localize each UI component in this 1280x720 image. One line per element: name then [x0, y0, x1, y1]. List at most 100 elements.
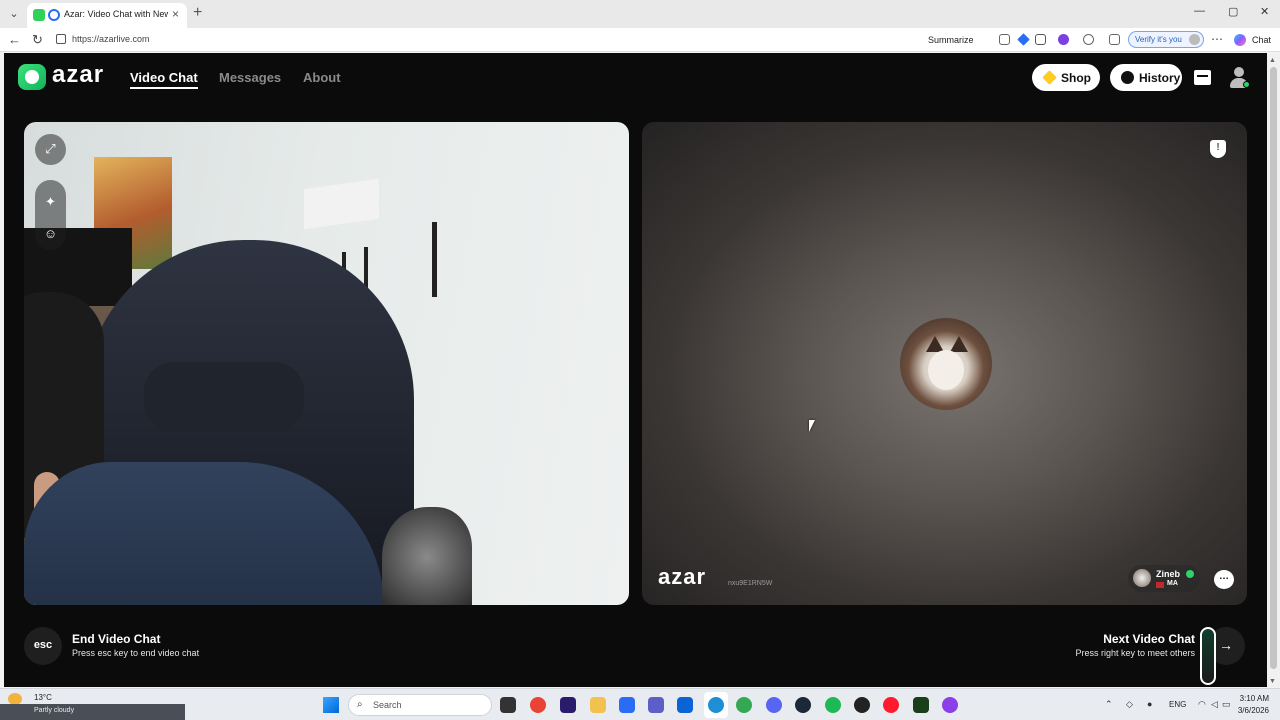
peer-avatar [1133, 569, 1151, 587]
task-view-icon[interactable] [500, 697, 516, 713]
weather-temperature[interactable]: 13°C [34, 693, 52, 702]
end-video-chat-title[interactable]: End Video Chat [72, 632, 160, 646]
nav-video-chat[interactable]: Video Chat [130, 70, 198, 89]
github-icon[interactable] [854, 697, 870, 713]
steam-icon[interactable] [795, 697, 811, 713]
tray-network-icon[interactable]: ◇ [1126, 699, 1133, 710]
report-icon[interactable] [1210, 140, 1226, 158]
tray-overflow-icon[interactable]: ⌃ [1105, 699, 1113, 710]
cat-ear [950, 336, 968, 352]
face-filter-icon[interactable]: ☺ [35, 226, 66, 241]
azar-logo-icon[interactable] [18, 64, 46, 90]
taskbar-search-placeholder: Search [373, 700, 402, 710]
next-video-chat-hint: Press right key to meet others [1075, 648, 1195, 658]
blanket [382, 507, 472, 605]
scroll-thumb[interactable] [1270, 67, 1277, 669]
tab-list-chevron-icon[interactable]: ⌄ [6, 6, 22, 22]
taskbar-search-box[interactable]: ⌕ Search [348, 694, 492, 716]
next-preview-thumbnail [1200, 627, 1216, 685]
summarize-button[interactable]: Summarize [928, 35, 974, 45]
back-arrow-icon[interactable]: ← [8, 32, 21, 48]
history-label: History [1139, 71, 1181, 85]
copilot-icon[interactable] [1234, 34, 1246, 46]
new-tab-button[interactable]: + [193, 4, 202, 22]
favorites-list-icon[interactable] [1109, 34, 1120, 45]
chrome-icon[interactable] [530, 697, 546, 713]
reload-icon[interactable]: ↻ [32, 32, 43, 48]
message-icon[interactable] [1214, 570, 1234, 589]
wall-rack [432, 222, 437, 297]
online-status-dot [1243, 81, 1250, 88]
window-minimize-button[interactable]: — [1194, 5, 1205, 17]
windows-taskbar: 13°C Partly cloudy ⌕ Search ⌃ ◇ ● ENG ◠ … [0, 688, 1280, 720]
peer-name: Zineb [1156, 569, 1180, 579]
store-icon[interactable] [619, 697, 635, 713]
next-video-chat-title[interactable]: Next Video Chat [1103, 632, 1195, 646]
shop-button[interactable]: Shop [1032, 64, 1100, 91]
page-scrollbar[interactable]: ▲ ▼ [1267, 53, 1280, 687]
teams-icon[interactable] [648, 697, 664, 713]
outlook-icon[interactable] [677, 697, 693, 713]
profile-head [1234, 67, 1244, 77]
purple-extension-icon[interactable] [1058, 34, 1069, 45]
wall-mount [304, 178, 379, 230]
search-icon: ⌕ [357, 699, 363, 710]
remote-profile-photo [900, 318, 992, 410]
end-video-chat-button[interactable]: esc [24, 627, 62, 665]
peer-info-pill[interactable]: Zineb MA [1128, 565, 1200, 592]
windows-start-icon[interactable] [323, 697, 339, 713]
magic-wand-icon[interactable]: ✦ [35, 194, 66, 210]
country-flag-icon [1156, 582, 1164, 588]
url-text: https://azarlive.com [72, 34, 150, 44]
gem-icon [1042, 70, 1057, 85]
discord-icon[interactable] [766, 697, 782, 713]
window-maximize-button[interactable]: ▢ [1228, 5, 1238, 18]
history-button[interactable]: History [1110, 64, 1182, 91]
chair-pillow [144, 362, 304, 432]
profile-icon[interactable] [1228, 66, 1250, 90]
taskbar-date[interactable]: 3/6/2026 [1230, 706, 1269, 715]
more-menu-icon[interactable]: ⋯ [1211, 32, 1223, 46]
expand-button[interactable]: ⤢ [35, 134, 66, 165]
verify-identity-button[interactable]: Verify it's you [1128, 31, 1204, 48]
grid-extension-icon[interactable] [999, 34, 1010, 45]
tray-volume-icon[interactable]: ◁ [1211, 699, 1218, 710]
end-video-chat-hint: Press esc key to end video chat [72, 648, 200, 658]
tray-wifi-icon[interactable]: ◠ [1198, 699, 1206, 710]
effects-controls: ✦ ☺ [35, 180, 66, 250]
scroll-up-arrow-icon[interactable]: ▲ [1269, 57, 1276, 64]
browser-tab-azar[interactable]: Azar: Video Chat with New Pe × [27, 3, 187, 28]
azar-logo-text[interactable]: azar [52, 61, 104, 89]
shop-label: Shop [1061, 71, 1091, 85]
spotify-icon[interactable] [825, 697, 841, 713]
tray-mic-icon[interactable]: ● [1147, 699, 1152, 709]
browser-tab-bar: ⌄ Azar: Video Chat with New Pe × + — ▢ ✕ [0, 0, 1280, 28]
window-close-button[interactable]: ✕ [1260, 5, 1269, 18]
edge-icon[interactable] [708, 697, 724, 713]
remote-video-feed: azar nxu9E1RN5W Zineb MA [642, 122, 1247, 605]
inbox-icon[interactable] [1194, 70, 1211, 85]
verified-badge-icon [1186, 570, 1194, 578]
app-purple-icon[interactable] [942, 697, 958, 713]
screenshot-extension-icon[interactable] [1035, 34, 1046, 45]
weather-widget[interactable]: Partly cloudy [0, 704, 185, 720]
chrome-alt-icon[interactable] [736, 697, 752, 713]
tab-close-icon[interactable]: × [172, 7, 179, 21]
whatsapp-favicon-icon [33, 9, 45, 21]
premiere-pro-icon[interactable] [560, 697, 576, 713]
file-explorer-icon[interactable] [590, 697, 606, 713]
expand-icon: ⤢ [45, 141, 56, 156]
taskbar-time[interactable]: 3:10 AM [1237, 694, 1269, 703]
language-indicator[interactable]: ENG [1169, 700, 1186, 709]
extensions-puzzle-icon[interactable] [1083, 34, 1094, 45]
site-info-icon[interactable] [56, 34, 66, 44]
nav-messages[interactable]: Messages [219, 70, 281, 85]
tab-title: Azar: Video Chat with New Pe [64, 9, 168, 19]
local-video-feed [24, 122, 629, 605]
nav-about[interactable]: About [303, 70, 341, 85]
scroll-down-arrow-icon[interactable]: ▼ [1269, 678, 1276, 685]
copilot-chat-button[interactable]: Chat [1252, 35, 1271, 45]
app-green-icon[interactable] [913, 697, 929, 713]
clock-icon [1121, 71, 1134, 84]
opera-icon[interactable] [883, 697, 899, 713]
